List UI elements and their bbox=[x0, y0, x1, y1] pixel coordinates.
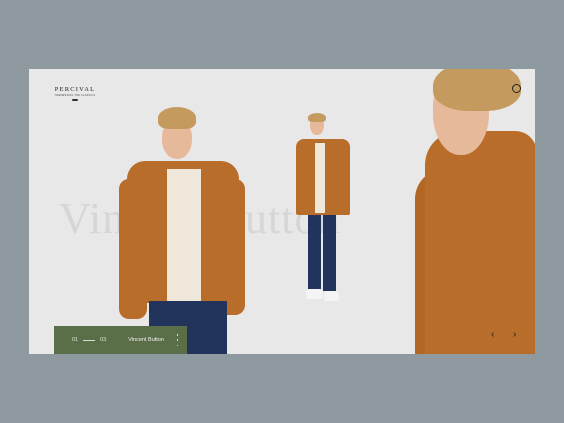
kebab-menu-icon[interactable] bbox=[176, 334, 179, 346]
model-image-center bbox=[296, 69, 356, 309]
model-image-left bbox=[119, 69, 247, 354]
chevron-right-icon[interactable]: › bbox=[513, 330, 516, 340]
brand-mark-icon bbox=[72, 99, 78, 101]
slide-title: Vincent Button bbox=[128, 337, 164, 343]
brand-tagline: HARNESSING THE CLASSICS bbox=[54, 94, 96, 97]
hero-frame: PERCIVAL HARNESSING THE CLASSICS Vincent… bbox=[29, 69, 535, 354]
brand-logo[interactable]: PERCIVAL HARNESSING THE CLASSICS bbox=[53, 86, 97, 101]
brand-name: PERCIVAL bbox=[54, 86, 96, 93]
slide-total-number: 03 bbox=[100, 337, 107, 343]
chevron-left-icon[interactable]: ‹ bbox=[491, 330, 494, 340]
slide-counter-divider bbox=[83, 339, 96, 341]
slide-caption-card[interactable]: 01 03 Vincent Button bbox=[54, 326, 187, 354]
slide-current-number: 01 bbox=[72, 337, 79, 343]
model-image-right bbox=[415, 69, 535, 354]
search-icon[interactable] bbox=[512, 84, 521, 93]
